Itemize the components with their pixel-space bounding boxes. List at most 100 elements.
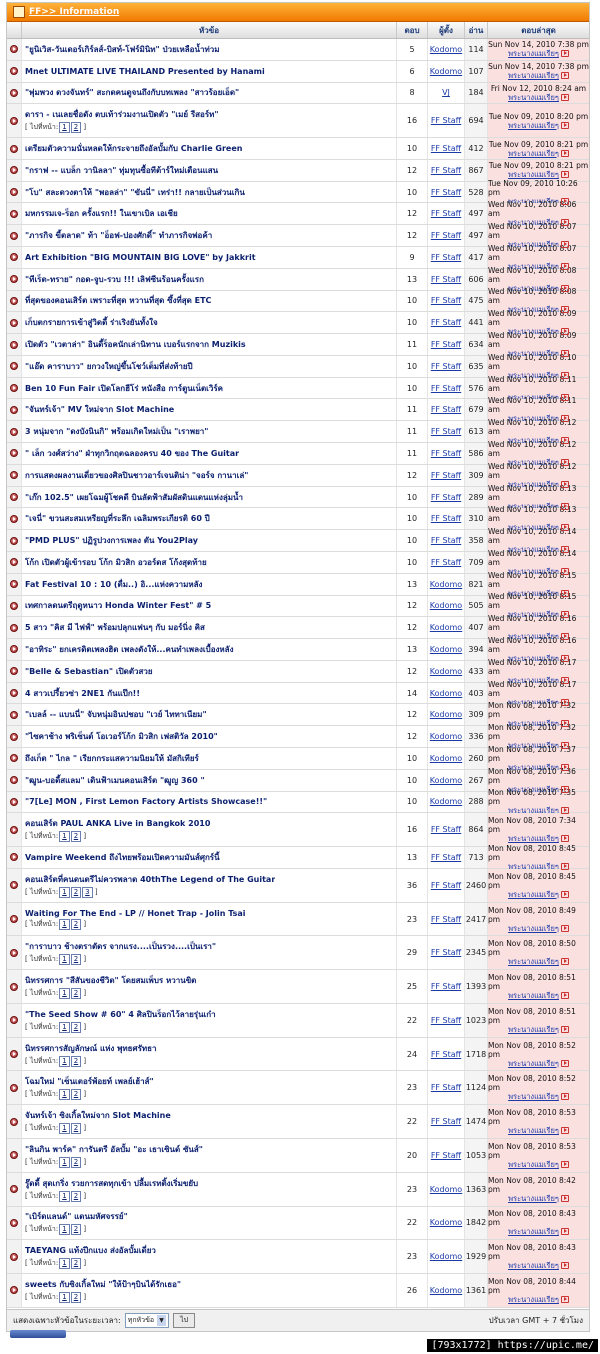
goto-last-post-icon[interactable] — [560, 371, 569, 379]
goto-last-post-icon[interactable] — [560, 502, 569, 510]
topic-author-link[interactable]: FF Staff — [427, 312, 464, 334]
last-post-author-link[interactable]: พระนางแมเรียๆ — [508, 834, 559, 843]
topic-author-link[interactable]: FF Staff — [427, 377, 464, 399]
topic-title-link[interactable]: คอนเสิร์ตที่คนดนตรีไม่ควรพลาด 40thThe Le… — [25, 873, 275, 886]
topic-title-link[interactable]: "เจนี่" ขวนสะสมเหรียญที่ระลึก เฉลิมพระเก… — [25, 512, 210, 525]
topic-title-link[interactable]: "Belle & Sebastian" เปิดตัวสวย — [25, 665, 153, 678]
last-post-author-link[interactable]: พระนางแมเรียๆ — [508, 1194, 559, 1203]
topic-author-link[interactable]: FF Staff — [427, 225, 464, 247]
topic-author-link[interactable]: FF Staff — [427, 334, 464, 355]
last-post-author-link[interactable]: พระนางแมเรียๆ — [508, 121, 559, 130]
topic-title-link[interactable]: "เบิร์ดแลนด์" แดนมหัศจรรย์" — [25, 1210, 128, 1223]
last-post-author-link[interactable]: พระนางแมเรียๆ — [508, 149, 559, 158]
topic-author-link[interactable]: FF Staff — [427, 268, 464, 290]
topic-title-link[interactable]: "ฒูน-บอดี้สแลม" เดินฟ้าเมนคอนเสิร์ต "ฒูญ… — [25, 774, 205, 787]
topic-author-link[interactable]: Kodomo — [427, 573, 464, 595]
page-link[interactable]: 2 — [70, 1089, 82, 1101]
topic-title-link[interactable]: TAEYANG แท้งปีกแบง ส่งอัลบั้มเดี่ยว — [25, 1244, 156, 1257]
topic-title-link[interactable]: "การาบาว ช้างตราตัดร จากแรง....เป็นรวง..… — [25, 940, 216, 953]
topic-title-link[interactable]: เปิดตัว "เวตาล่า" อินดี้ร็อคนักเล่านิทาน… — [25, 338, 246, 351]
topic-author-link[interactable]: FF Staff — [427, 508, 464, 530]
topic-author-link[interactable]: FF Staff — [427, 530, 464, 551]
topic-title-link[interactable]: "ภารกิจ ขี้ตลาด" ท้า "อ็อฟ-ปองศักดิ์" ทำ… — [25, 229, 212, 242]
last-post-author-link[interactable]: พระนางแมเรียๆ — [508, 1059, 559, 1068]
topic-author-link[interactable]: Kodomo — [427, 704, 464, 726]
goto-last-post-icon[interactable] — [560, 262, 569, 270]
topic-title-link[interactable]: "จันทร์เจ้า" MV ใหม่จาก Slot Machine — [25, 403, 174, 416]
goto-last-post-icon[interactable] — [560, 763, 569, 771]
goto-last-post-icon[interactable] — [560, 350, 569, 358]
last-post-author-link[interactable]: พระนางแมเรียๆ — [508, 93, 559, 102]
page-link[interactable]: 1 — [59, 954, 70, 966]
last-post-author-link[interactable]: พระนางแมเรียๆ — [508, 1295, 559, 1304]
topic-author-link[interactable]: FF Staff — [427, 1037, 464, 1071]
topic-title-link[interactable]: จันทร์เจ้า ซิงเกิ้ลใหม่จาก Slot Machine — [25, 1109, 171, 1122]
page-link[interactable]: 2 — [70, 1190, 82, 1202]
topic-title-link[interactable]: คอนเสิร์ต PAUL ANKA Live in Bangkok 2010 — [25, 817, 210, 830]
topic-title-link[interactable]: " เล็ก วงศ์สว่าง" ฝ่าทุกวิกฤตฉลองครบ 40 … — [25, 447, 239, 460]
goto-last-post-icon[interactable] — [560, 1262, 569, 1270]
topic-author-link[interactable]: Kodomo — [427, 1240, 464, 1274]
topic-author-link[interactable]: Kodomo — [427, 39, 464, 60]
topic-title-link[interactable]: "The Seed Show # 60" 4 ศิลปินร็อกไว้ลายร… — [25, 1008, 216, 1021]
page-link[interactable]: 1 — [59, 831, 70, 843]
goto-last-post-icon[interactable] — [560, 72, 569, 80]
topic-author-link[interactable]: FF Staff — [427, 813, 464, 847]
page-link[interactable]: 2 — [70, 1123, 82, 1135]
topic-title-link[interactable]: รู๊ดดี้ สุดเกริ่ง รวยการสดทุกเข้า ปลื้มเ… — [25, 1177, 198, 1190]
topic-author-link[interactable]: FF Staff — [427, 355, 464, 377]
topic-title-link[interactable]: นิทรรศการ "สีสันของชีวิต" โดยสมเพ็บร หวา… — [25, 974, 196, 987]
goto-last-post-icon[interactable] — [560, 524, 569, 532]
goto-last-post-icon[interactable] — [560, 567, 569, 575]
topic-title-link[interactable]: Fat Festival 10 : 10 (ตื่ม..) อิ...แห่งค… — [25, 578, 202, 591]
go-button[interactable]: ไป — [173, 1313, 196, 1328]
topic-title-link[interactable]: Waiting For The End - LP // Honet Trap -… — [25, 909, 246, 918]
topic-title-link[interactable]: "ไซคาช้าง พริเซ็นต์ โอเวอร์โก้ก มิวสิก เ… — [25, 730, 218, 743]
page-link[interactable]: 1 — [59, 988, 70, 1000]
page-link[interactable]: 2 — [70, 122, 82, 134]
topic-title-link[interactable]: Ben 10 Fun Fair เปิดโลกฮีโร่ หนังสือ การ… — [25, 382, 223, 395]
topic-title-link[interactable]: "ยูนิเวิส-วันเดอร์เกิร์ลส์-บิสท์-โฟร์มิน… — [25, 43, 219, 56]
topic-author-link[interactable]: Kodomo — [427, 660, 464, 682]
goto-last-post-icon[interactable] — [560, 306, 569, 314]
goto-last-post-icon[interactable] — [560, 1093, 569, 1101]
goto-last-post-icon[interactable] — [560, 589, 569, 597]
page-link[interactable]: 2 — [70, 831, 82, 843]
goto-last-post-icon[interactable] — [560, 958, 569, 966]
page-link[interactable]: 1 — [59, 1089, 70, 1101]
topic-author-link[interactable]: Kodomo — [427, 747, 464, 769]
topic-title-link[interactable]: "กราฟ -- แบล็ก วานิลลา" ทุ่มทุนซื้อทีต้า… — [25, 164, 218, 177]
page-link[interactable]: 2 — [70, 988, 82, 1000]
goto-last-post-icon[interactable] — [560, 1228, 569, 1236]
goto-last-post-icon[interactable] — [560, 992, 569, 1000]
last-post-author-link[interactable]: พระนางแมเรียๆ — [508, 1261, 559, 1270]
page-link[interactable]: 1 — [59, 1123, 70, 1135]
goto-last-post-icon[interactable] — [560, 862, 569, 870]
last-post-author-link[interactable]: พระนางแมเรียๆ — [508, 71, 559, 80]
goto-last-post-icon[interactable] — [560, 328, 569, 336]
topic-title-link[interactable]: "PMD PLUS" ปฏิรูปวงการเพลง ตัน You2Play — [25, 534, 198, 547]
topic-author-link[interactable]: Kodomo — [427, 726, 464, 747]
goto-last-post-icon[interactable] — [560, 1295, 569, 1303]
last-post-author-link[interactable]: พระนางแมเรียๆ — [508, 957, 559, 966]
goto-last-post-icon[interactable] — [560, 546, 569, 554]
page-link[interactable]: 1 — [59, 1021, 70, 1033]
goto-last-post-icon[interactable] — [560, 742, 569, 750]
topic-title-link[interactable]: Vampire Weekend ถึงไทยพร้อมเปิดความมันส์… — [25, 851, 220, 864]
topic-author-link[interactable]: Kodomo — [427, 791, 464, 813]
last-post-author-link[interactable]: พระนางแมเรียๆ — [508, 1025, 559, 1034]
last-post-author-link[interactable]: พระนางแมเรียๆ — [508, 1160, 559, 1169]
page-link[interactable]: 2 — [70, 1291, 82, 1303]
topic-author-link[interactable]: FF Staff — [427, 464, 464, 486]
goto-last-post-icon[interactable] — [560, 1059, 569, 1067]
topic-author-link[interactable]: FF Staff — [427, 247, 464, 268]
topic-author-link[interactable]: FF Staff — [427, 970, 464, 1003]
topic-author-link[interactable]: FF Staff — [427, 290, 464, 312]
goto-last-post-icon[interactable] — [560, 835, 569, 843]
topic-author-link[interactable]: VJ — [427, 82, 464, 104]
goto-last-post-icon[interactable] — [560, 149, 569, 157]
topic-author-link[interactable]: FF Staff — [427, 486, 464, 508]
goto-last-post-icon[interactable] — [560, 1194, 569, 1202]
topic-author-link[interactable]: Kodomo — [427, 1172, 464, 1206]
topic-title-link[interactable]: "อาทิระ" ยกเครดิตเพลงฮิต เพลงดังให้...คน… — [25, 643, 234, 656]
